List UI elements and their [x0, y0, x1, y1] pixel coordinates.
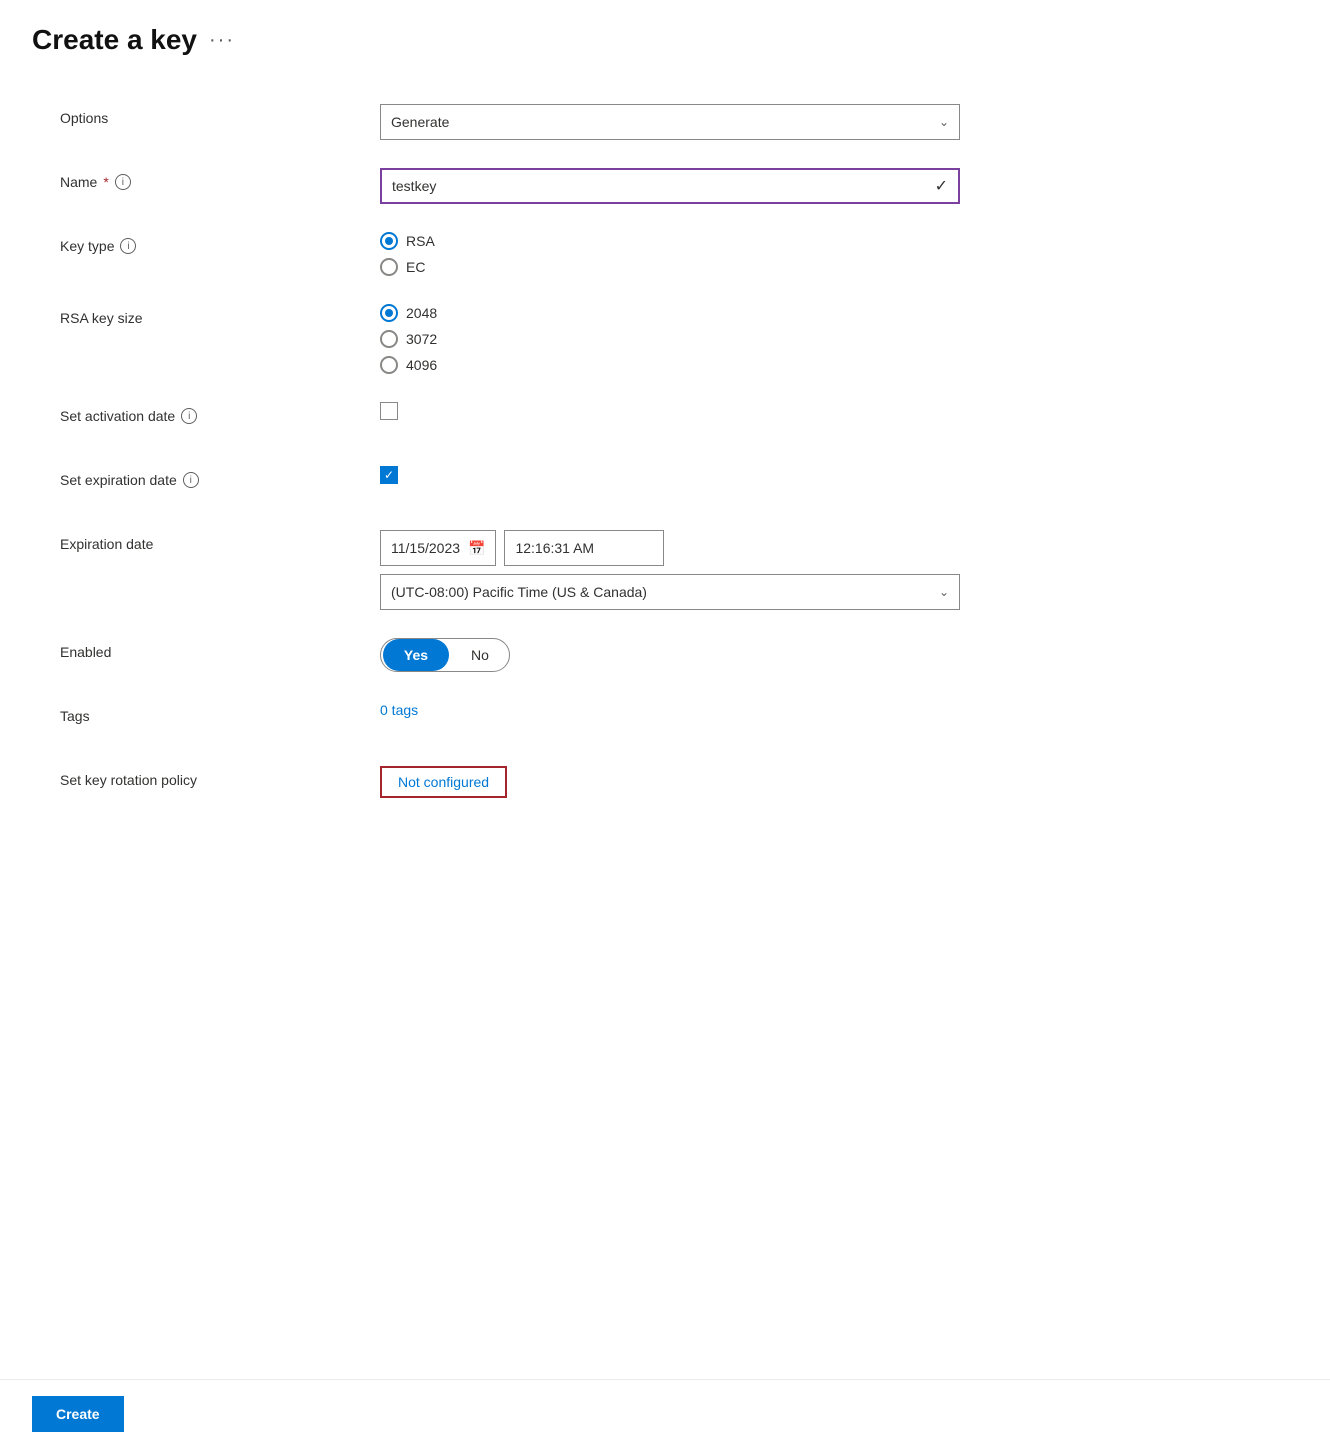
create-button[interactable]: Create	[32, 1396, 124, 1432]
key-type-control: RSA EC	[380, 232, 960, 276]
name-control: ✓	[380, 168, 960, 204]
ec-label: EC	[406, 259, 425, 275]
toggle-yes-option[interactable]: Yes	[383, 639, 449, 671]
key-type-ec[interactable]: EC	[380, 258, 960, 276]
enabled-label: Enabled	[60, 638, 380, 660]
page-title: Create a key	[32, 24, 197, 56]
options-row: Options Generate ⌄	[60, 104, 1270, 140]
name-info-icon[interactable]: i	[115, 174, 131, 190]
options-label: Options	[60, 104, 380, 126]
key-size-2048[interactable]: 2048	[380, 304, 960, 322]
calendar-icon: 📅	[468, 540, 485, 557]
expiration-info-icon[interactable]: i	[183, 472, 199, 488]
key-type-row: Key type i RSA EC	[60, 232, 1270, 276]
rsa-radio-dot	[385, 237, 393, 245]
tags-link[interactable]: 0 tags	[380, 702, 418, 718]
size-2048-radio-dot	[385, 309, 393, 317]
expiration-date-inputs-group: 11/15/2023 📅 12:16:31 AM (UTC-08:00) Pac…	[380, 530, 960, 610]
rsa-key-size-control: 2048 3072 4096	[380, 304, 960, 374]
options-control: Generate ⌄	[380, 104, 960, 140]
timezone-chevron-icon: ⌄	[939, 585, 949, 599]
toggle-pill[interactable]: Yes No	[380, 638, 510, 672]
more-options-icon[interactable]: ···	[209, 29, 235, 52]
key-size-4096[interactable]: 4096	[380, 356, 960, 374]
date-value: 11/15/2023	[391, 540, 460, 556]
key-type-radio-group: RSA EC	[380, 232, 960, 276]
name-label: Name * i	[60, 168, 380, 190]
key-rotation-label: Set key rotation policy	[60, 766, 380, 788]
expiration-date-toggle-row: Set expiration date i ✓	[60, 466, 1270, 502]
expiration-date-control: 11/15/2023 📅 12:16:31 AM (UTC-08:00) Pac…	[380, 530, 960, 610]
time-input-box[interactable]: 12:16:31 AM	[504, 530, 664, 566]
header: Create a key ···	[0, 0, 1330, 72]
toggle-no-option[interactable]: No	[451, 639, 509, 671]
size-2048-radio-button[interactable]	[380, 304, 398, 322]
options-value: Generate	[391, 114, 449, 130]
expiration-date-row: Expiration date 11/15/2023 📅 12:16:31 AM	[60, 530, 1270, 610]
size-2048-label: 2048	[406, 305, 437, 321]
activation-date-checkbox[interactable]	[380, 402, 398, 420]
size-3072-label: 3072	[406, 331, 437, 347]
key-type-label: Key type i	[60, 232, 380, 254]
timezone-value: (UTC-08:00) Pacific Time (US & Canada)	[391, 584, 647, 600]
rsa-label: RSA	[406, 233, 435, 249]
form-area: Options Generate ⌄ Name * i ✓	[0, 72, 1330, 1379]
tags-label: Tags	[60, 702, 380, 724]
expiration-date-toggle-label: Set expiration date i	[60, 466, 380, 488]
ec-radio-button[interactable]	[380, 258, 398, 276]
activation-date-control	[380, 402, 960, 420]
options-select[interactable]: Generate ⌄	[380, 104, 960, 140]
name-input[interactable]	[392, 178, 935, 194]
expiration-date-label: Expiration date	[60, 530, 380, 552]
activation-date-label: Set activation date i	[60, 402, 380, 424]
name-input-wrapper: ✓	[380, 168, 960, 204]
rsa-key-size-row: RSA key size 2048 3072	[60, 304, 1270, 374]
checkmark-icon: ✓	[935, 176, 948, 196]
size-4096-radio-button[interactable]	[380, 356, 398, 374]
rsa-key-size-label: RSA key size	[60, 304, 380, 326]
checkbox-checkmark: ✓	[384, 469, 394, 481]
name-row: Name * i ✓	[60, 168, 1270, 204]
key-size-3072[interactable]: 3072	[380, 330, 960, 348]
expiration-date-checkbox[interactable]: ✓	[380, 466, 398, 484]
key-rotation-control: Not configured	[380, 766, 960, 798]
tags-row: Tags 0 tags	[60, 702, 1270, 738]
key-rotation-row: Set key rotation policy Not configured	[60, 766, 1270, 802]
expiration-date-inputs: 11/15/2023 📅 12:16:31 AM	[380, 530, 960, 566]
key-type-info-icon[interactable]: i	[120, 238, 136, 254]
required-star: *	[103, 174, 108, 190]
size-3072-radio-button[interactable]	[380, 330, 398, 348]
activation-info-icon[interactable]: i	[181, 408, 197, 424]
key-type-rsa[interactable]: RSA	[380, 232, 960, 250]
footer: Create	[0, 1379, 1330, 1448]
size-4096-label: 4096	[406, 357, 437, 373]
expiration-date-toggle-control: ✓	[380, 466, 960, 484]
rsa-key-size-radio-group: 2048 3072 4096	[380, 304, 960, 374]
not-configured-wrapper: Not configured	[380, 766, 507, 798]
rsa-radio-button[interactable]	[380, 232, 398, 250]
date-input-box[interactable]: 11/15/2023 📅	[380, 530, 496, 566]
time-value: 12:16:31 AM	[515, 540, 594, 556]
not-configured-link[interactable]: Not configured	[398, 774, 489, 790]
enabled-control: Yes No	[380, 638, 960, 672]
page-container: Create a key ··· Options Generate ⌄ Name…	[0, 0, 1330, 1448]
timezone-select[interactable]: (UTC-08:00) Pacific Time (US & Canada) ⌄	[380, 574, 960, 610]
enabled-toggle[interactable]: Yes No	[380, 638, 960, 672]
tags-control: 0 tags	[380, 702, 960, 718]
enabled-row: Enabled Yes No	[60, 638, 1270, 674]
activation-date-row: Set activation date i	[60, 402, 1270, 438]
chevron-down-icon: ⌄	[939, 115, 949, 129]
